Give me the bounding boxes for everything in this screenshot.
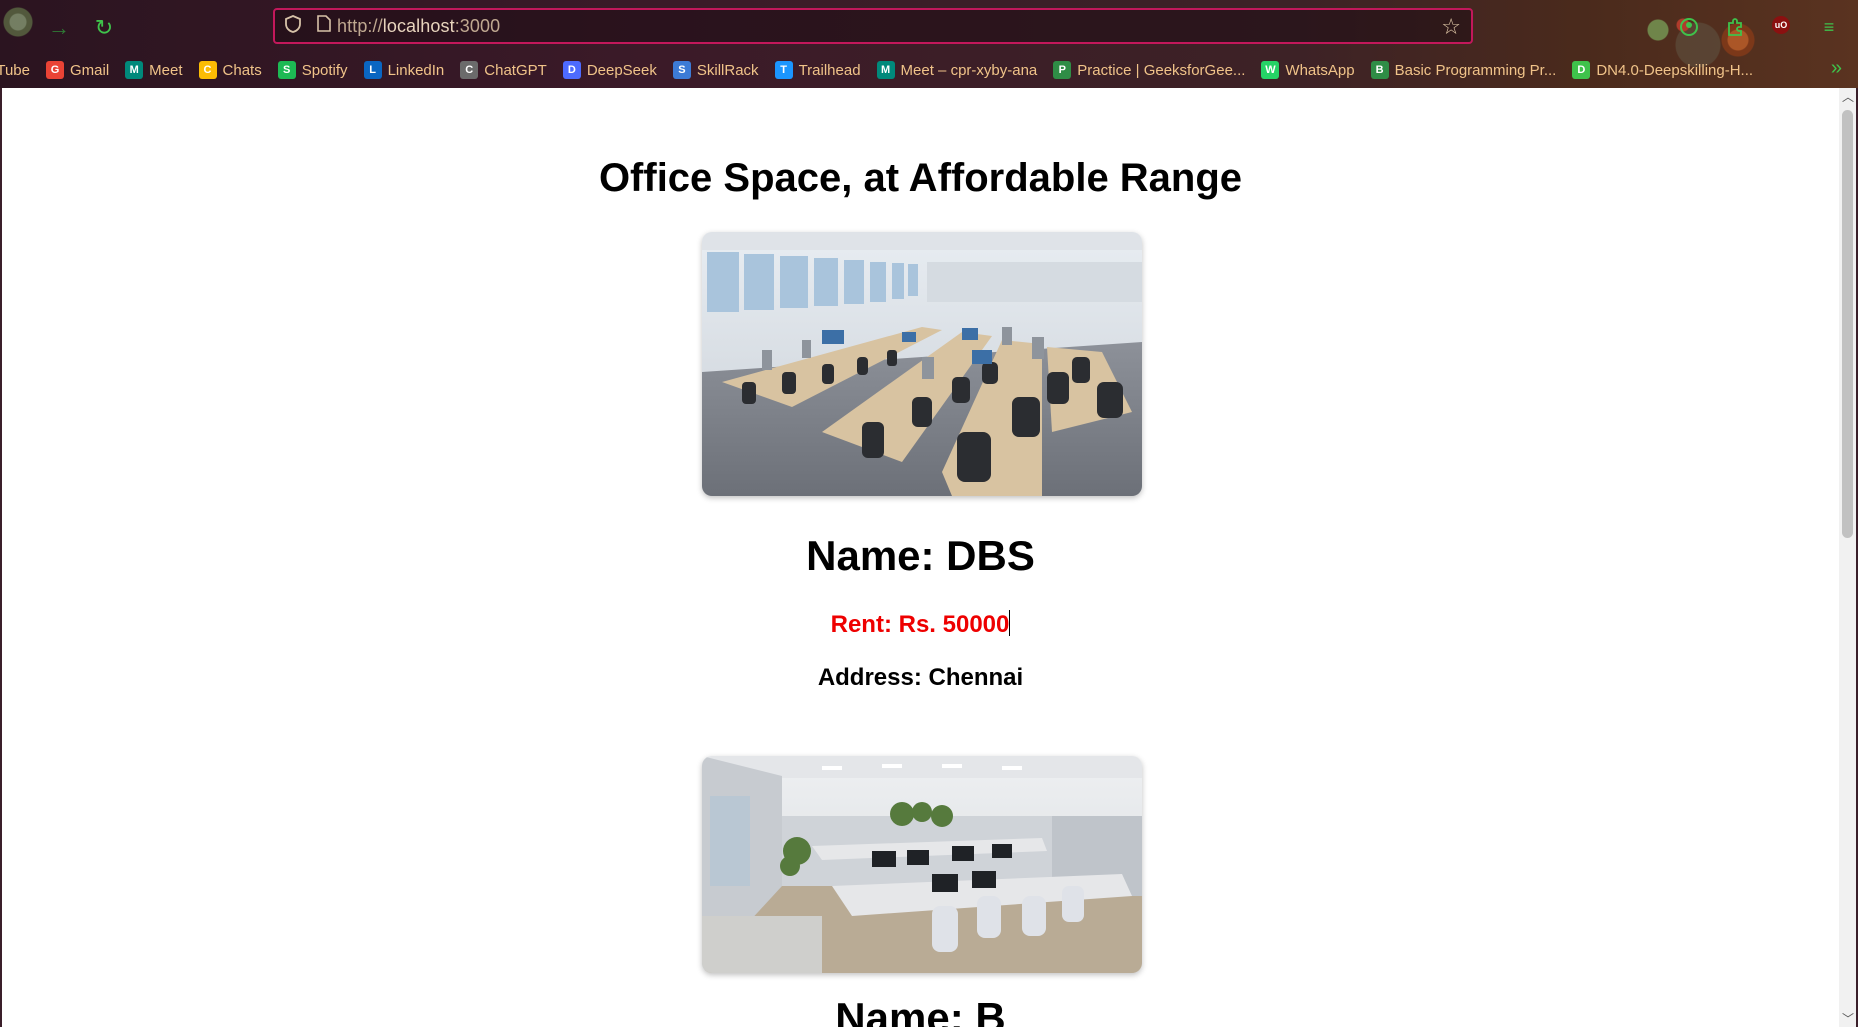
office-photo-2-image (702, 756, 1142, 973)
whatsapp-icon: W (1261, 61, 1280, 79)
bookmark-item[interactable]: S SkillRack (672, 61, 759, 79)
bookmark-label: LinkedIn (387, 61, 445, 79)
bookmarks-bar: UuTube G Gmail M Meet C Chats S Spotify L LinkedIn… (0, 56, 1858, 84)
bookmark-item[interactable]: UuTube (0, 62, 30, 79)
bookmark-star-icon[interactable]: ☆ (1441, 14, 1461, 40)
vertical-scrollbar[interactable]: ︿ ﹀ (1839, 88, 1856, 1027)
bookmark-item[interactable]: T Trailhead (774, 61, 861, 79)
office-photo-2 (702, 756, 1142, 973)
arrow-right-icon: → (48, 15, 70, 40)
bookmark-item[interactable]: B Basic Programming Pr... (1370, 61, 1557, 79)
bookmark-item[interactable]: L LinkedIn (363, 61, 445, 79)
office-photo-1 (702, 232, 1142, 496)
extensions-icon[interactable] (1722, 14, 1748, 40)
skillrack-icon: S (672, 61, 691, 79)
bookmark-label: DeepSeek (586, 61, 657, 79)
bookmarks-overflow-icon[interactable]: » (1831, 57, 1842, 80)
url-host: localhost (382, 15, 455, 36)
bookmark-label: Chats (222, 61, 262, 79)
account-sync-icon[interactable] (1676, 14, 1702, 40)
browser-toolbar: → ↻ http://localhost:3000 ☆ uO ≡ UuTube G… (0, 0, 1858, 88)
bookmark-label: Gmail (69, 61, 110, 79)
office-name: Name: DBS (806, 532, 1035, 579)
bookmark-label: Practice | GeeksforGee... (1077, 61, 1246, 79)
bookmark-label: ChatGPT (484, 61, 547, 79)
bookmark-label: SkillRack (696, 61, 759, 79)
bookmark-item[interactable]: M Meet – cpr-xyby-ana (876, 61, 1038, 79)
bookmark-label: Meet – cpr-xyby-ana (900, 61, 1038, 79)
trailhead-icon: T (774, 61, 793, 79)
theme-decoration (0, 0, 40, 55)
office-rent-value: Rent: Rs. 50000 (830, 611, 1010, 638)
bookmark-item[interactable]: D DeepSeek (562, 61, 657, 79)
geeksforgeeks-icon: B (1370, 61, 1389, 79)
bookmark-label: Spotify (301, 61, 348, 79)
page-icon[interactable] (311, 15, 337, 37)
bookmark-label: WhatsApp (1285, 61, 1355, 79)
bookmark-item[interactable]: W WhatsApp (1261, 61, 1355, 79)
bookmark-item[interactable]: C ChatGPT (460, 61, 547, 79)
bookmark-item[interactable]: G Gmail (45, 61, 110, 79)
geeksforgeeks-icon: P (1053, 61, 1072, 79)
scroll-up-icon[interactable]: ︿ (1842, 88, 1854, 105)
scroll-down-icon[interactable]: ﹀ (1842, 1010, 1854, 1027)
bookmark-item[interactable]: M Meet (125, 61, 183, 79)
chats-icon: C (198, 61, 217, 79)
meet-icon: M (876, 61, 895, 79)
deepseek-icon: D (562, 61, 581, 79)
office-name: Name: B (835, 994, 1006, 1027)
bookmark-item[interactable]: C Chats (198, 61, 262, 79)
globe-icon: D (1572, 61, 1591, 79)
bookmark-label: uTube (0, 61, 30, 79)
bookmark-label: DN4.0-Deepskilling-H... (1596, 61, 1754, 79)
bookmark-label: Basic Programming Pr... (1394, 61, 1557, 79)
office-address: Address: Chennai (817, 664, 1024, 691)
bookmark-label: Meet (149, 61, 183, 79)
bookmark-item[interactable]: P Practice | GeeksforGee... (1053, 61, 1245, 79)
bookmark-item[interactable]: D DN4.0-Deepskilling-H... (1572, 61, 1753, 79)
shield-icon[interactable] (275, 14, 311, 38)
url-port: :3000 (454, 15, 501, 36)
reload-icon: ↻ (94, 15, 114, 40)
text-cursor (1009, 610, 1011, 636)
office-photo-1-image (702, 232, 1142, 496)
meet-icon: M (125, 61, 144, 79)
scrollbar-thumb[interactable] (1842, 110, 1853, 538)
page-title: Office Space, at Affordable Range (598, 156, 1243, 200)
url-scheme: http:// (337, 15, 383, 36)
linkedin-icon: L (363, 61, 382, 79)
page-viewport: Office Space, at Affordable Range Name: … (2, 88, 1856, 1027)
gmail-icon: G (45, 61, 64, 79)
bookmark-item[interactable]: S Spotify (277, 61, 348, 79)
bookmark-label: Trailhead (798, 61, 861, 79)
office-rent: Rent: Rs. 50000 (2, 610, 1839, 639)
forward-button[interactable]: → (44, 13, 74, 43)
address-bar[interactable]: http://localhost:3000 ☆ (273, 8, 1473, 44)
chatgpt-icon: C (460, 61, 479, 79)
spotify-icon: S (277, 61, 296, 79)
ublock-origin-icon[interactable]: uO (1772, 16, 1790, 34)
reload-button[interactable]: ↻ (89, 13, 119, 43)
menu-icon[interactable]: ≡ (1816, 14, 1842, 40)
url-text[interactable]: http://localhost:3000 (337, 16, 500, 37)
